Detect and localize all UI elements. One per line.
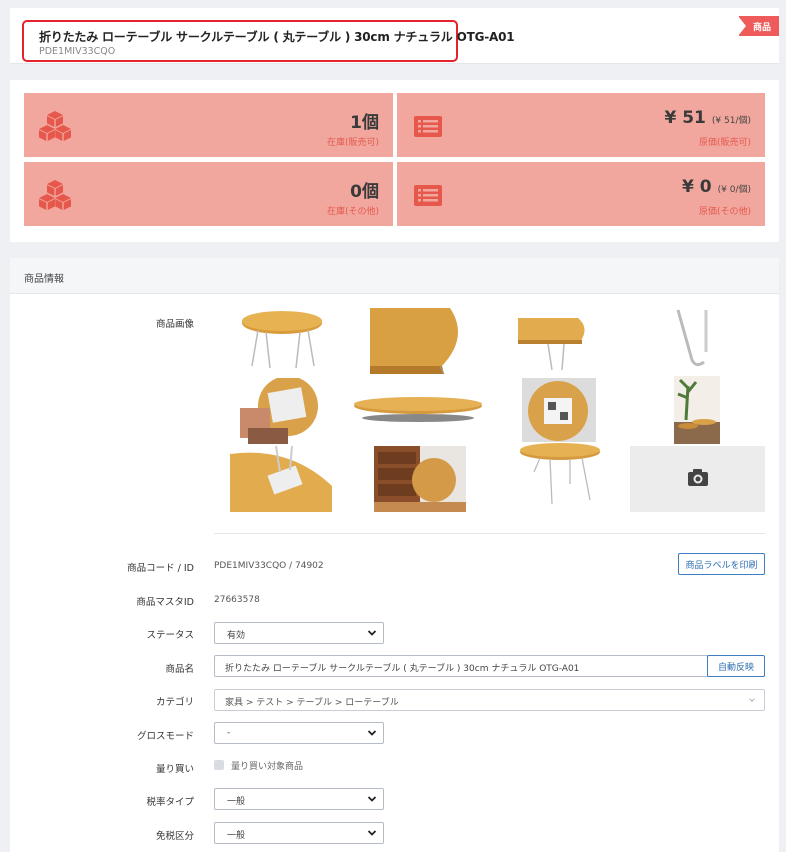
product-image-2[interactable]: [370, 308, 466, 374]
stock-other-value: 0個: [350, 182, 379, 202]
product-info-heading: 商品情報: [10, 258, 779, 294]
boxes-icon: [38, 110, 72, 142]
category-label: カテゴリ: [155, 697, 194, 708]
product-image-10[interactable]: [374, 446, 466, 512]
master-id-value: 27663578: [214, 595, 260, 605]
gross-mode-select-value: -: [227, 728, 231, 738]
chevron-down-icon: [749, 698, 755, 702]
images-divider: [214, 533, 765, 534]
cost-sellable-unit: (¥ 51/個): [711, 116, 751, 126]
product-code: PDE1MIV33CQO: [39, 46, 116, 57]
product-ribbon: 商品: [738, 16, 779, 36]
cost-other-caption: 原価(その他): [698, 207, 751, 217]
print-label-button[interactable]: 商品ラベルを印刷: [678, 553, 765, 575]
stock-other-tile: 0個 在庫(その他): [24, 162, 393, 226]
stats-panel: 1個 在庫(販売可) ¥ 51 (¥ 51/個) 原価(販売可) 0個 在庫(その…: [10, 80, 779, 242]
product-image-8[interactable]: [674, 376, 720, 444]
product-title-highlight: 折りたたみ ローテーブル サークルテーブル ( 丸テーブル ) 30cm ナチュ…: [22, 20, 515, 62]
chevron-down-icon: [367, 730, 377, 736]
product-image-3[interactable]: [518, 308, 590, 372]
chevron-down-icon: [367, 796, 377, 802]
category-select-value: 家具 > テスト > テーブル > ローテーブル: [225, 698, 399, 708]
stock-other-caption: 在庫(その他): [326, 207, 379, 217]
product-image-11[interactable]: [518, 442, 602, 508]
tax-exempt-select[interactable]: 一般: [214, 822, 384, 844]
product-title: 折りたたみ ローテーブル サークルテーブル ( 丸テーブル ) 30cm ナチュ…: [39, 30, 515, 44]
product-header: 折りたたみ ローテーブル サークルテーブル ( 丸テーブル ) 30cm ナチュ…: [10, 8, 779, 64]
status-label: ステータス: [146, 630, 194, 641]
buyback-label: 量り買い: [155, 764, 194, 775]
status-select[interactable]: 有効: [214, 622, 384, 644]
stock-sellable-tile: 1個 在庫(販売可): [24, 93, 393, 157]
list-card-icon: [411, 110, 445, 142]
auto-reflect-button[interactable]: 自動反映: [707, 655, 765, 677]
cost-sellable-value: ¥ 51: [664, 108, 706, 128]
camera-icon: [630, 446, 765, 512]
product-image-7[interactable]: [522, 378, 596, 444]
cost-other-value: ¥ 0: [682, 177, 712, 197]
category-select[interactable]: 家具 > テスト > テーブル > ローテーブル: [214, 689, 765, 711]
buyback-checkbox-label: 量り買い対象商品: [231, 762, 304, 772]
tax-exempt-select-value: 一般: [227, 831, 246, 841]
cost-sellable-tile: ¥ 51 (¥ 51/個) 原価(販売可): [397, 93, 765, 157]
tax-type-select-value: 一般: [227, 797, 246, 807]
cost-sellable-caption: 原価(販売可): [698, 138, 751, 148]
cost-other-unit: (¥ 0/個): [717, 185, 751, 195]
cost-other-tile: ¥ 0 (¥ 0/個) 原価(その他): [397, 162, 765, 226]
status-select-value: 有効: [227, 631, 246, 641]
product-image-5[interactable]: [240, 378, 326, 444]
tax-exempt-label: 免税区分: [155, 831, 194, 842]
name-label: 商品名: [165, 664, 194, 675]
list-card-icon: [411, 179, 445, 211]
product-image-9[interactable]: [230, 446, 332, 512]
product-info-panel: 商品情報 商品画像 商品コード / ID PDE1MIV33CQO / 7490…: [10, 258, 779, 852]
add-image-placeholder[interactable]: [630, 446, 765, 512]
stock-sellable-caption: 在庫(販売可): [326, 138, 379, 148]
product-image-1[interactable]: [236, 308, 328, 372]
buyback-checkbox[interactable]: [214, 760, 224, 770]
stock-sellable-value: 1個: [350, 113, 379, 133]
gross-mode-label: グロスモード: [136, 731, 194, 742]
product-image-6[interactable]: [352, 394, 484, 428]
code-label: 商品コード / ID: [127, 563, 194, 574]
product-name-input[interactable]: 折りたたみ ローテーブル サークルテーブル ( 丸テーブル ) 30cm ナチュ…: [214, 655, 708, 677]
tax-type-label: 税率タイプ: [146, 797, 194, 808]
code-value: PDE1MIV33CQO / 74902: [214, 561, 324, 571]
images-label: 商品画像: [155, 319, 194, 330]
tax-type-select[interactable]: 一般: [214, 788, 384, 810]
product-image-4[interactable]: [670, 308, 720, 370]
gross-mode-select[interactable]: -: [214, 722, 384, 744]
master-id-label: 商品マスタID: [136, 597, 194, 608]
chevron-down-icon: [367, 630, 377, 636]
chevron-down-icon: [367, 830, 377, 836]
boxes-icon: [38, 179, 72, 211]
